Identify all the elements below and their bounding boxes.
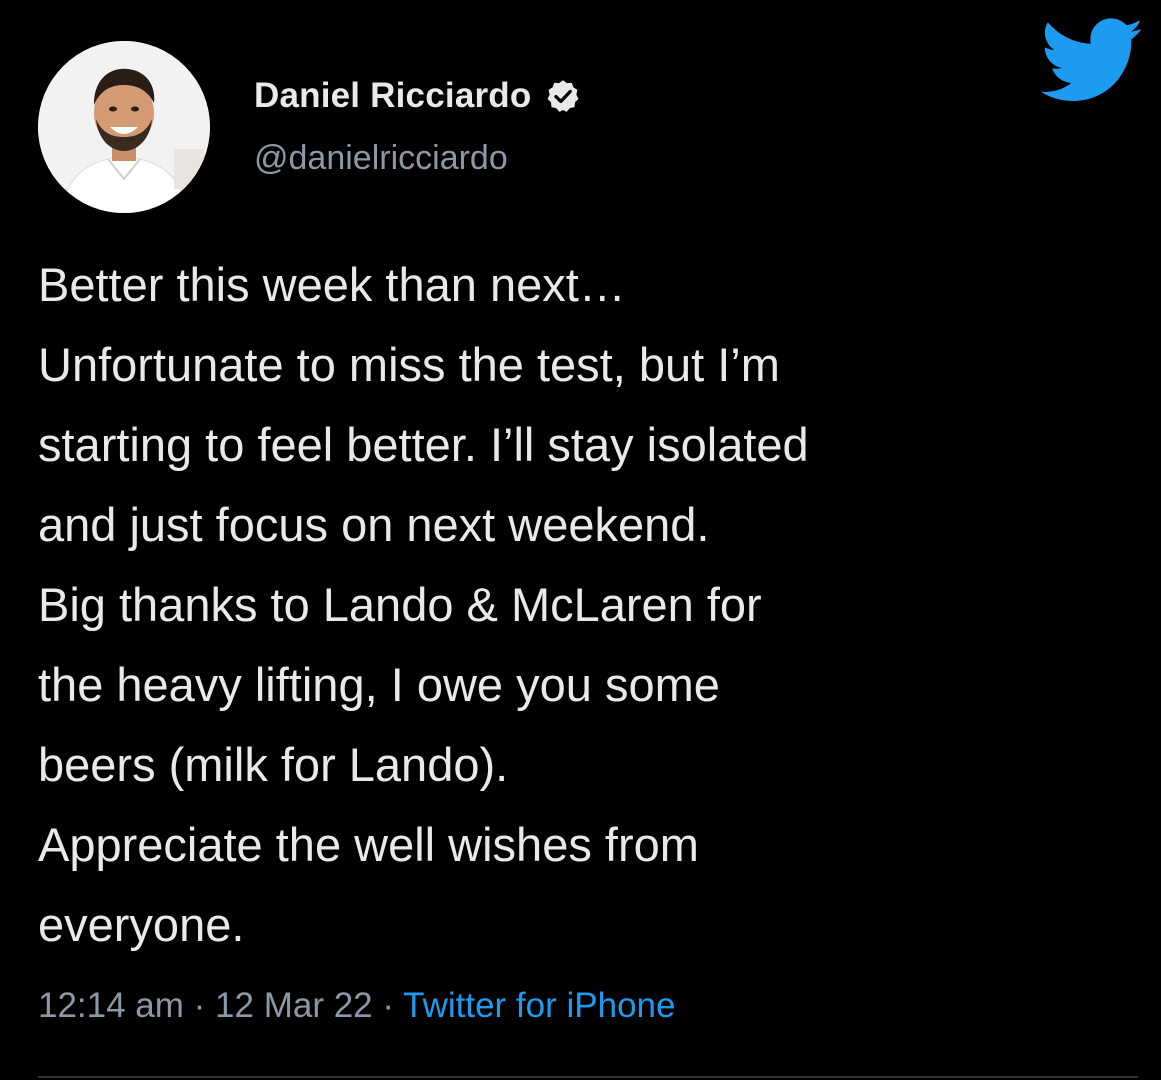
tweet-line: Better this week than next… [38,258,626,311]
author-handle[interactable]: @danielricciardo [254,139,508,178]
tweet-meta: 12:14 am · 12 Mar 22 · Twitter for iPhon… [38,986,675,1026]
tweet-date[interactable]: 12 Mar 22 [215,986,373,1025]
tweet-line: and just focus on next weekend. [38,498,710,551]
display-name[interactable]: Daniel Ricciardo [254,76,531,116]
verified-badge-icon [548,80,579,112]
avatar-image [38,41,210,213]
twitter-bird-icon [1040,18,1143,101]
tweet-card: Daniel Ricciardo @danielricciardo Better… [0,0,1161,1080]
tweet-line: Unfortunate to miss the test, but I’m [38,338,780,391]
tweet-line: Appreciate the well wishes from [38,818,699,871]
divider [38,1076,1138,1078]
tweet-time[interactable]: 12:14 am [38,986,184,1025]
tweet-text: Better this week than next… Unfortunate … [38,245,1138,965]
tweet-source-link[interactable]: Twitter for iPhone [403,986,675,1025]
tweet-line: starting to feel better. I’ll stay isola… [38,418,809,471]
tweet-line: the heavy lifting, I owe you some [38,658,720,711]
author-name-row[interactable]: Daniel Ricciardo [254,72,581,120]
tweet-line: Big thanks to Lando & McLaren for [38,578,762,631]
tweet-line: beers (milk for Lando). [38,738,509,791]
meta-separator: · [183,986,216,1025]
tweet-line: everyone. [38,898,245,951]
meta-separator: · [372,986,404,1025]
avatar[interactable] [38,41,210,213]
